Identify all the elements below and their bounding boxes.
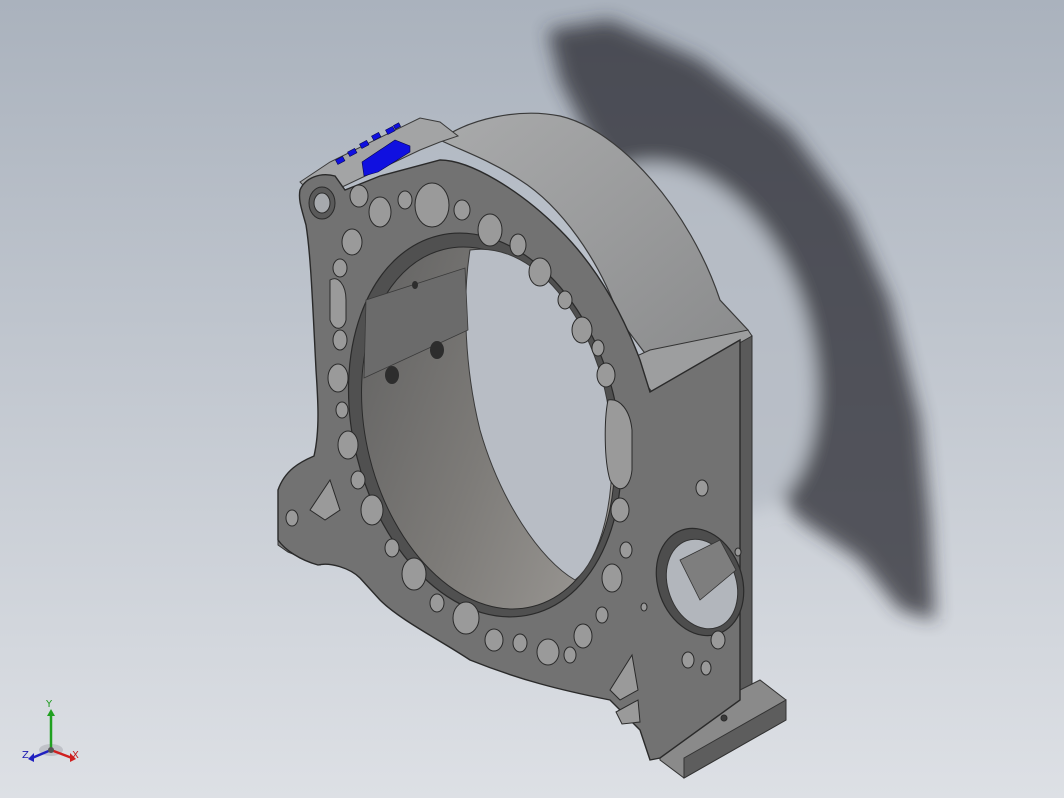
graphics-viewport[interactable]: Y Z X	[0, 0, 1064, 798]
bore-hole-3	[385, 366, 399, 384]
model-scene[interactable]	[0, 0, 1064, 798]
bore-hole-1	[412, 281, 418, 289]
bore-hole-2	[430, 341, 444, 359]
y-axis-label: Y	[46, 699, 53, 710]
z-axis-label: Z	[22, 750, 29, 761]
coordinate-triad: Y Z X	[18, 700, 88, 770]
x-axis-label: X	[72, 750, 79, 761]
right-block-side	[739, 335, 753, 702]
